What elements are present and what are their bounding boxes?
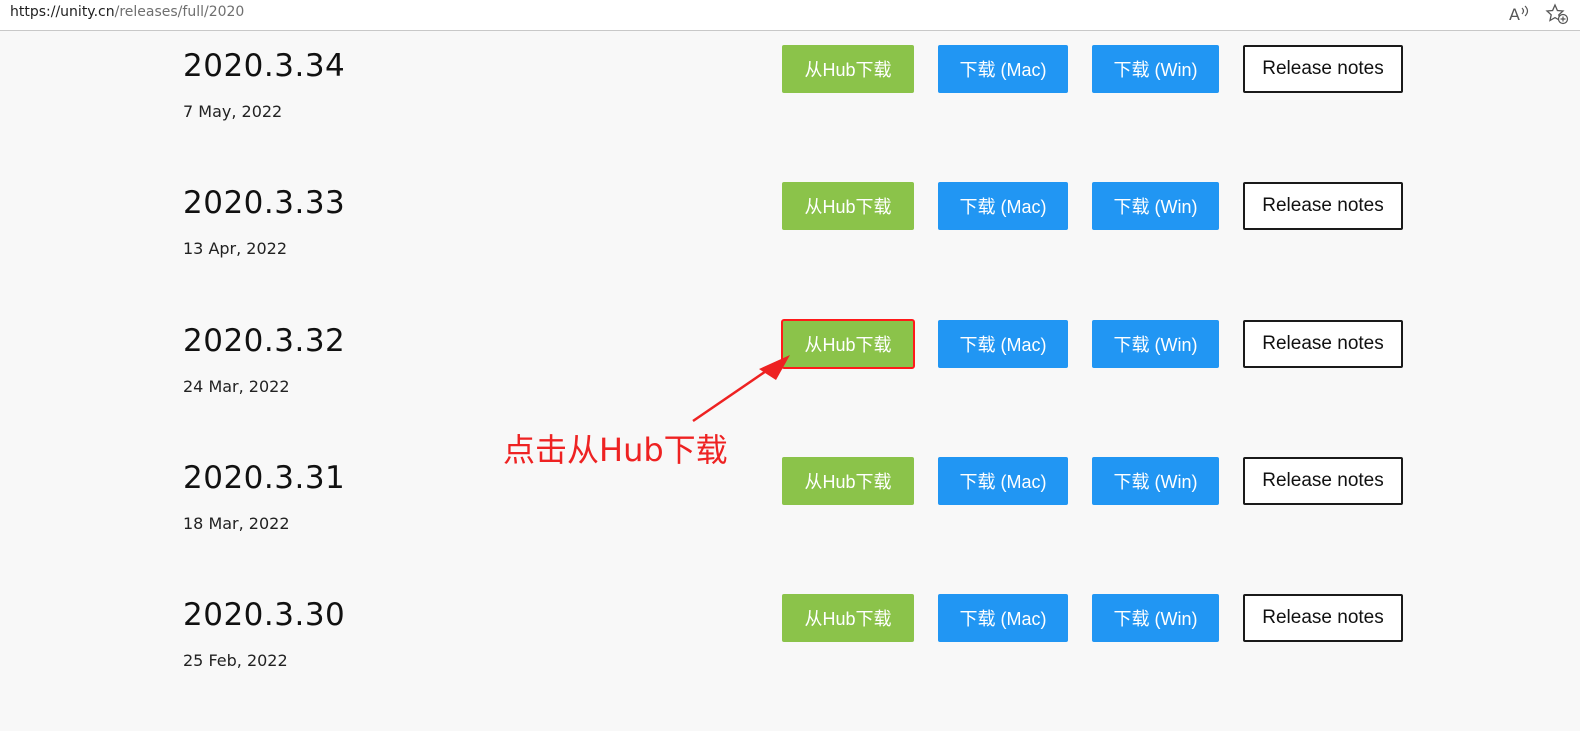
release-row: 2020.3.33 13 Apr, 2022 从Hub下载 下载 (Mac) 下载 (W… [0,182,1580,319]
release-notes-button[interactable]: Release notes [1243,320,1403,368]
download-from-hub-button[interactable]: 从Hub下载 [782,182,914,230]
annotation-label: 点击从Hub下载 [503,431,728,469]
download-win-button[interactable]: 下载 (Win) [1092,45,1219,93]
release-version: 2020.3.34 [183,48,346,84]
download-mac-button[interactable]: 下载 (Mac) [938,457,1068,505]
url-field[interactable]: https://unity.cn/releases/full/2020 [10,4,244,20]
download-win-button[interactable]: 下载 (Win) [1092,457,1219,505]
url-path: /releases/full/2020 [114,4,245,20]
download-mac-button[interactable]: 下载 (Mac) [938,45,1068,93]
svg-text:A: A [1509,5,1520,24]
download-from-hub-button[interactable]: 从Hub下载 [782,594,914,642]
release-version: 2020.3.31 [183,460,346,496]
release-row: 2020.3.34 7 May, 2022 从Hub下载 下载 (Mac) 下载 (Wi… [0,45,1580,182]
release-version: 2020.3.33 [183,185,346,221]
download-win-button[interactable]: 下载 (Win) [1092,320,1219,368]
browser-address-bar: https://unity.cn/releases/full/2020 A [0,0,1580,31]
release-notes-button[interactable]: Release notes [1243,457,1403,505]
release-date: 7 May, 2022 [183,102,283,121]
download-win-button[interactable]: 下载 (Win) [1092,594,1219,642]
read-aloud-icon[interactable]: A [1507,3,1531,25]
release-date: 24 Mar, 2022 [183,377,290,396]
download-from-hub-button[interactable]: 从Hub下载 [782,457,914,505]
release-notes-button[interactable]: Release notes [1243,45,1403,93]
release-version: 2020.3.32 [183,323,346,359]
release-date: 13 Apr, 2022 [183,239,288,258]
add-favorite-icon[interactable] [1545,3,1569,25]
download-mac-button[interactable]: 下载 (Mac) [938,182,1068,230]
release-date: 25 Feb, 2022 [183,651,288,670]
release-row: 2020.3.30 25 Feb, 2022 从Hub下载 下载 (Mac) 下载 (W… [0,594,1580,731]
download-mac-button[interactable]: 下载 (Mac) [938,320,1068,368]
download-mac-button[interactable]: 下载 (Mac) [938,594,1068,642]
release-date: 18 Mar, 2022 [183,514,290,533]
release-row: 2020.3.31 18 Mar, 2022 从Hub下载 下载 (Mac) 下载 (W… [0,457,1580,594]
release-notes-button[interactable]: Release notes [1243,594,1403,642]
release-notes-button[interactable]: Release notes [1243,182,1403,230]
release-version: 2020.3.30 [183,597,346,633]
url-host: https://unity.cn [10,4,115,20]
download-from-hub-button[interactable]: 从Hub下载 [782,45,914,93]
download-win-button[interactable]: 下载 (Win) [1092,182,1219,230]
annotation-arrow [692,355,790,423]
